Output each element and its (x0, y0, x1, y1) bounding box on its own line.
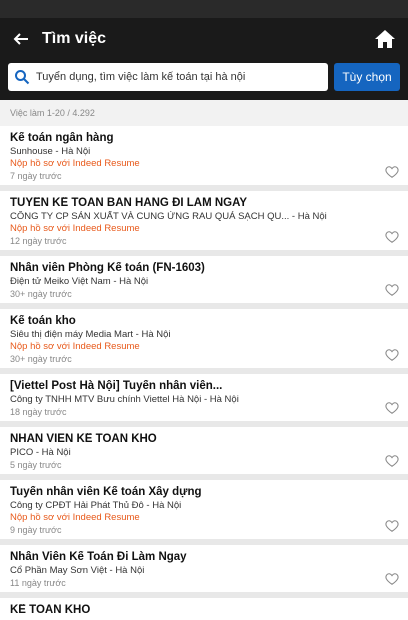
job-company: Sunhouse - Hà Nội (10, 146, 91, 157)
search-icon (14, 69, 30, 85)
job-company: Siêu thị điện máy Media Mart - Hà Nội (10, 329, 171, 340)
job-title[interactable]: Tuyển nhân viên Kế toán Xây dựng (10, 486, 398, 498)
job-card[interactable]: Kế toán ngân hàng Sunhouse - Hà Nội Nộp hồ… (0, 126, 408, 185)
search-bar: Tùy chọn (0, 60, 408, 100)
job-company: Công ty TNHH MTV Bưu chính Viettel Hà Nộ… (10, 394, 239, 405)
job-date: 11 ngày trước (10, 578, 66, 588)
search-box[interactable] (8, 63, 328, 91)
apply-indeed-label: Nộp hồ sơ với Indeed Resume (10, 341, 140, 352)
heart-icon[interactable] (385, 283, 399, 297)
apply-indeed-label: Nộp hồ sơ với Indeed Resume (10, 158, 140, 169)
home-icon[interactable] (372, 26, 398, 52)
job-company: Cổ Phần May Sơn Việt - Hà Nội (10, 565, 145, 576)
job-title[interactable]: [Viettel Post Hà Nội] Tuyển nhân viên... (10, 380, 398, 392)
job-date: 7 ngày trước (10, 171, 62, 181)
job-date: 9 ngày trước (10, 525, 62, 535)
job-card[interactable]: Nhân Viên Kế Toán Đi Làm Ngay Cổ Phần May… (0, 545, 408, 592)
job-card[interactable]: Tuyển nhân viên Kế toán Xây dựng Công ty … (0, 480, 408, 539)
page-title: Tìm việc (42, 30, 107, 47)
apply-indeed-label: Nộp hồ sơ với Indeed Resume (10, 223, 140, 234)
job-date: 12 ngày trước (10, 236, 67, 246)
job-company: Công ty CPĐT Hải Phát Thủ Đô - Hà Nội (10, 500, 182, 511)
app-bar: Tìm việc (0, 18, 408, 60)
job-date: 18 ngày trước (10, 407, 67, 417)
job-card[interactable]: Kế toán kho Siêu thị điện máy Media Mart … (0, 309, 408, 368)
job-title[interactable]: KẾ TOÁN KHO (10, 604, 398, 616)
heart-icon[interactable] (385, 401, 399, 415)
job-title[interactable]: Kế toán ngân hàng (10, 132, 398, 144)
job-list: Kế toán ngân hàng Sunhouse - Hà Nội Nộp hồ… (0, 126, 408, 620)
job-card[interactable]: [Viettel Post Hà Nội] Tuyển nhân viên...… (0, 374, 408, 421)
job-card[interactable]: KẾ TOÁN KHO (0, 598, 408, 620)
job-date: 30+ ngày trước (10, 354, 72, 364)
results-count: Việc làm 1-20 / 4.292 (0, 100, 408, 126)
apply-indeed-label: Nộp hồ sơ với Indeed Resume (10, 512, 140, 523)
job-card[interactable]: TUYỂN KẾ TOÁN BÁN HÀNG ĐI LÀM NGAY CÔNG T… (0, 191, 408, 250)
job-company: PICO - Hà Nội (10, 447, 71, 458)
job-title[interactable]: NHÂN VIÊN KẾ TOÁN KHO (10, 433, 398, 445)
heart-icon[interactable] (385, 454, 399, 468)
job-title[interactable]: TUYỂN KẾ TOÁN BÁN HÀNG ĐI LÀM NGAY (10, 197, 398, 209)
heart-icon[interactable] (385, 230, 399, 244)
heart-icon[interactable] (385, 572, 399, 586)
options-button[interactable]: Tùy chọn (334, 63, 400, 91)
heart-icon[interactable] (385, 519, 399, 533)
job-date: 30+ ngày trước (10, 289, 72, 299)
job-title[interactable]: Nhân viên Phòng Kế toán (FN-1603) (10, 262, 398, 274)
search-input[interactable] (36, 71, 322, 83)
job-card[interactable]: Nhân viên Phòng Kế toán (FN-1603) Điện tử… (0, 256, 408, 303)
job-title[interactable]: Nhân Viên Kế Toán Đi Làm Ngay (10, 551, 398, 563)
job-date: 5 ngày trước (10, 460, 62, 470)
status-bar (0, 0, 408, 18)
heart-icon[interactable] (385, 348, 399, 362)
job-card[interactable]: NHÂN VIÊN KẾ TOÁN KHO PICO - Hà Nội 5 ngày… (0, 427, 408, 474)
job-company: Điện tử Meiko Việt Nam - Hà Nội (10, 276, 149, 287)
back-arrow-icon[interactable] (10, 28, 32, 50)
heart-icon[interactable] (385, 165, 399, 179)
job-title[interactable]: Kế toán kho (10, 315, 398, 327)
job-company: CÔNG TY CP SẢN XUẤT VÀ CUNG ỨNG RAU QUẢ … (10, 211, 327, 222)
